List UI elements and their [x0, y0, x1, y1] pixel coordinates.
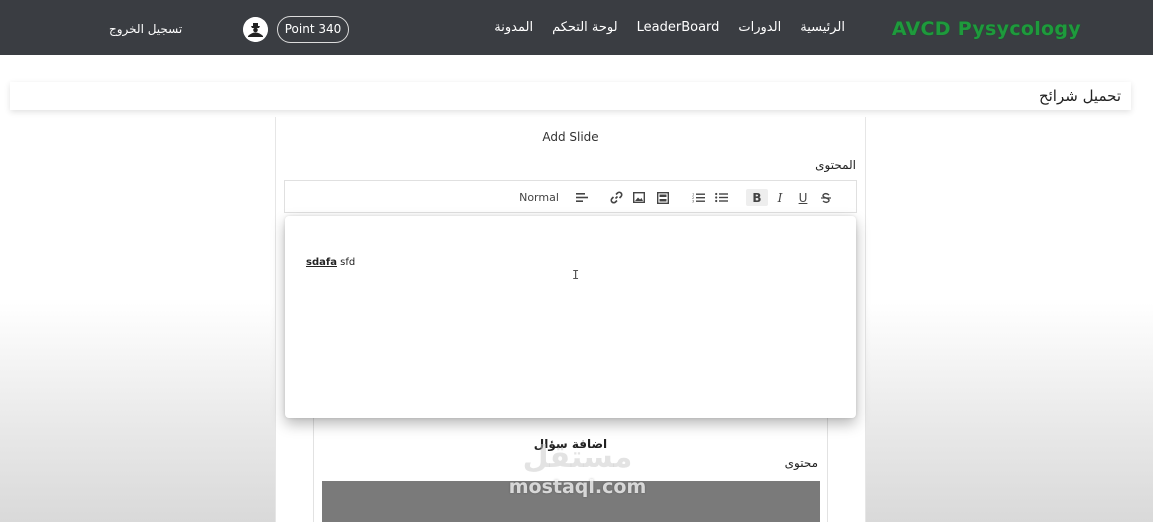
page-title: تحميل شرائح: [1038, 87, 1121, 105]
add-question-card: اضافة سؤال محتوى: [313, 418, 828, 522]
underline-icon: U: [798, 190, 808, 205]
nav-link-blog[interactable]: المدونة: [494, 20, 533, 35]
avatar[interactable]: [243, 17, 268, 42]
nav-link-dashboard[interactable]: لوحة التحكم: [552, 20, 618, 35]
nav-link-home[interactable]: الرئيسية: [800, 20, 845, 35]
italic-icon: I: [777, 190, 783, 205]
ordered-list-icon[interactable]: 123: [690, 189, 706, 206]
rich-text-editor[interactable]: sdafa sfd I: [285, 216, 856, 418]
bold-button[interactable]: B: [746, 189, 768, 206]
add-slide-heading: Add Slide: [542, 130, 599, 144]
bold-icon: B: [752, 190, 762, 205]
content-label: المحتوى: [815, 158, 856, 172]
nav-link-leaderboard[interactable]: LeaderBoard: [637, 20, 720, 35]
strike-icon[interactable]: [818, 189, 834, 206]
svg-text:3: 3: [692, 200, 694, 204]
video-icon[interactable]: [655, 189, 671, 206]
page-header-bar: تحميل شرائح: [10, 82, 1131, 110]
nav-link-courses[interactable]: الدورات: [738, 20, 781, 35]
format-select[interactable]: Normal: [519, 189, 559, 206]
image-icon[interactable]: [631, 189, 647, 206]
question-editor-area[interactable]: [322, 481, 820, 522]
align-icon[interactable]: [574, 189, 590, 206]
italic-button[interactable]: I: [772, 189, 788, 206]
bullet-list-icon[interactable]: [713, 189, 729, 206]
logout-link[interactable]: تسجيل الخروج: [109, 22, 182, 36]
brand-logo[interactable]: AVCD Pysycology: [892, 18, 1081, 40]
text-cursor-icon: I: [572, 268, 580, 282]
underline-button[interactable]: U: [795, 189, 811, 206]
points-badge[interactable]: Point 340: [277, 16, 349, 43]
editor-bold-text: sdafa: [306, 257, 337, 268]
question-content-label: محتوى: [784, 456, 818, 470]
editor-toolbar: Normal 123 B I U: [284, 180, 857, 213]
user-avatar-icon: [243, 17, 268, 42]
top-navbar: AVCD Pysycology الرئيسية الدورات LeaderB…: [0, 0, 1153, 55]
add-question-heading: اضافة سؤال: [533, 437, 608, 451]
editor-content[interactable]: sdafa sfd: [306, 257, 355, 268]
editor-plain-text: sfd: [336, 257, 356, 268]
link-icon[interactable]: [608, 189, 624, 206]
nav-links: الرئيسية الدورات LeaderBoard لوحة التحكم…: [494, 20, 845, 35]
